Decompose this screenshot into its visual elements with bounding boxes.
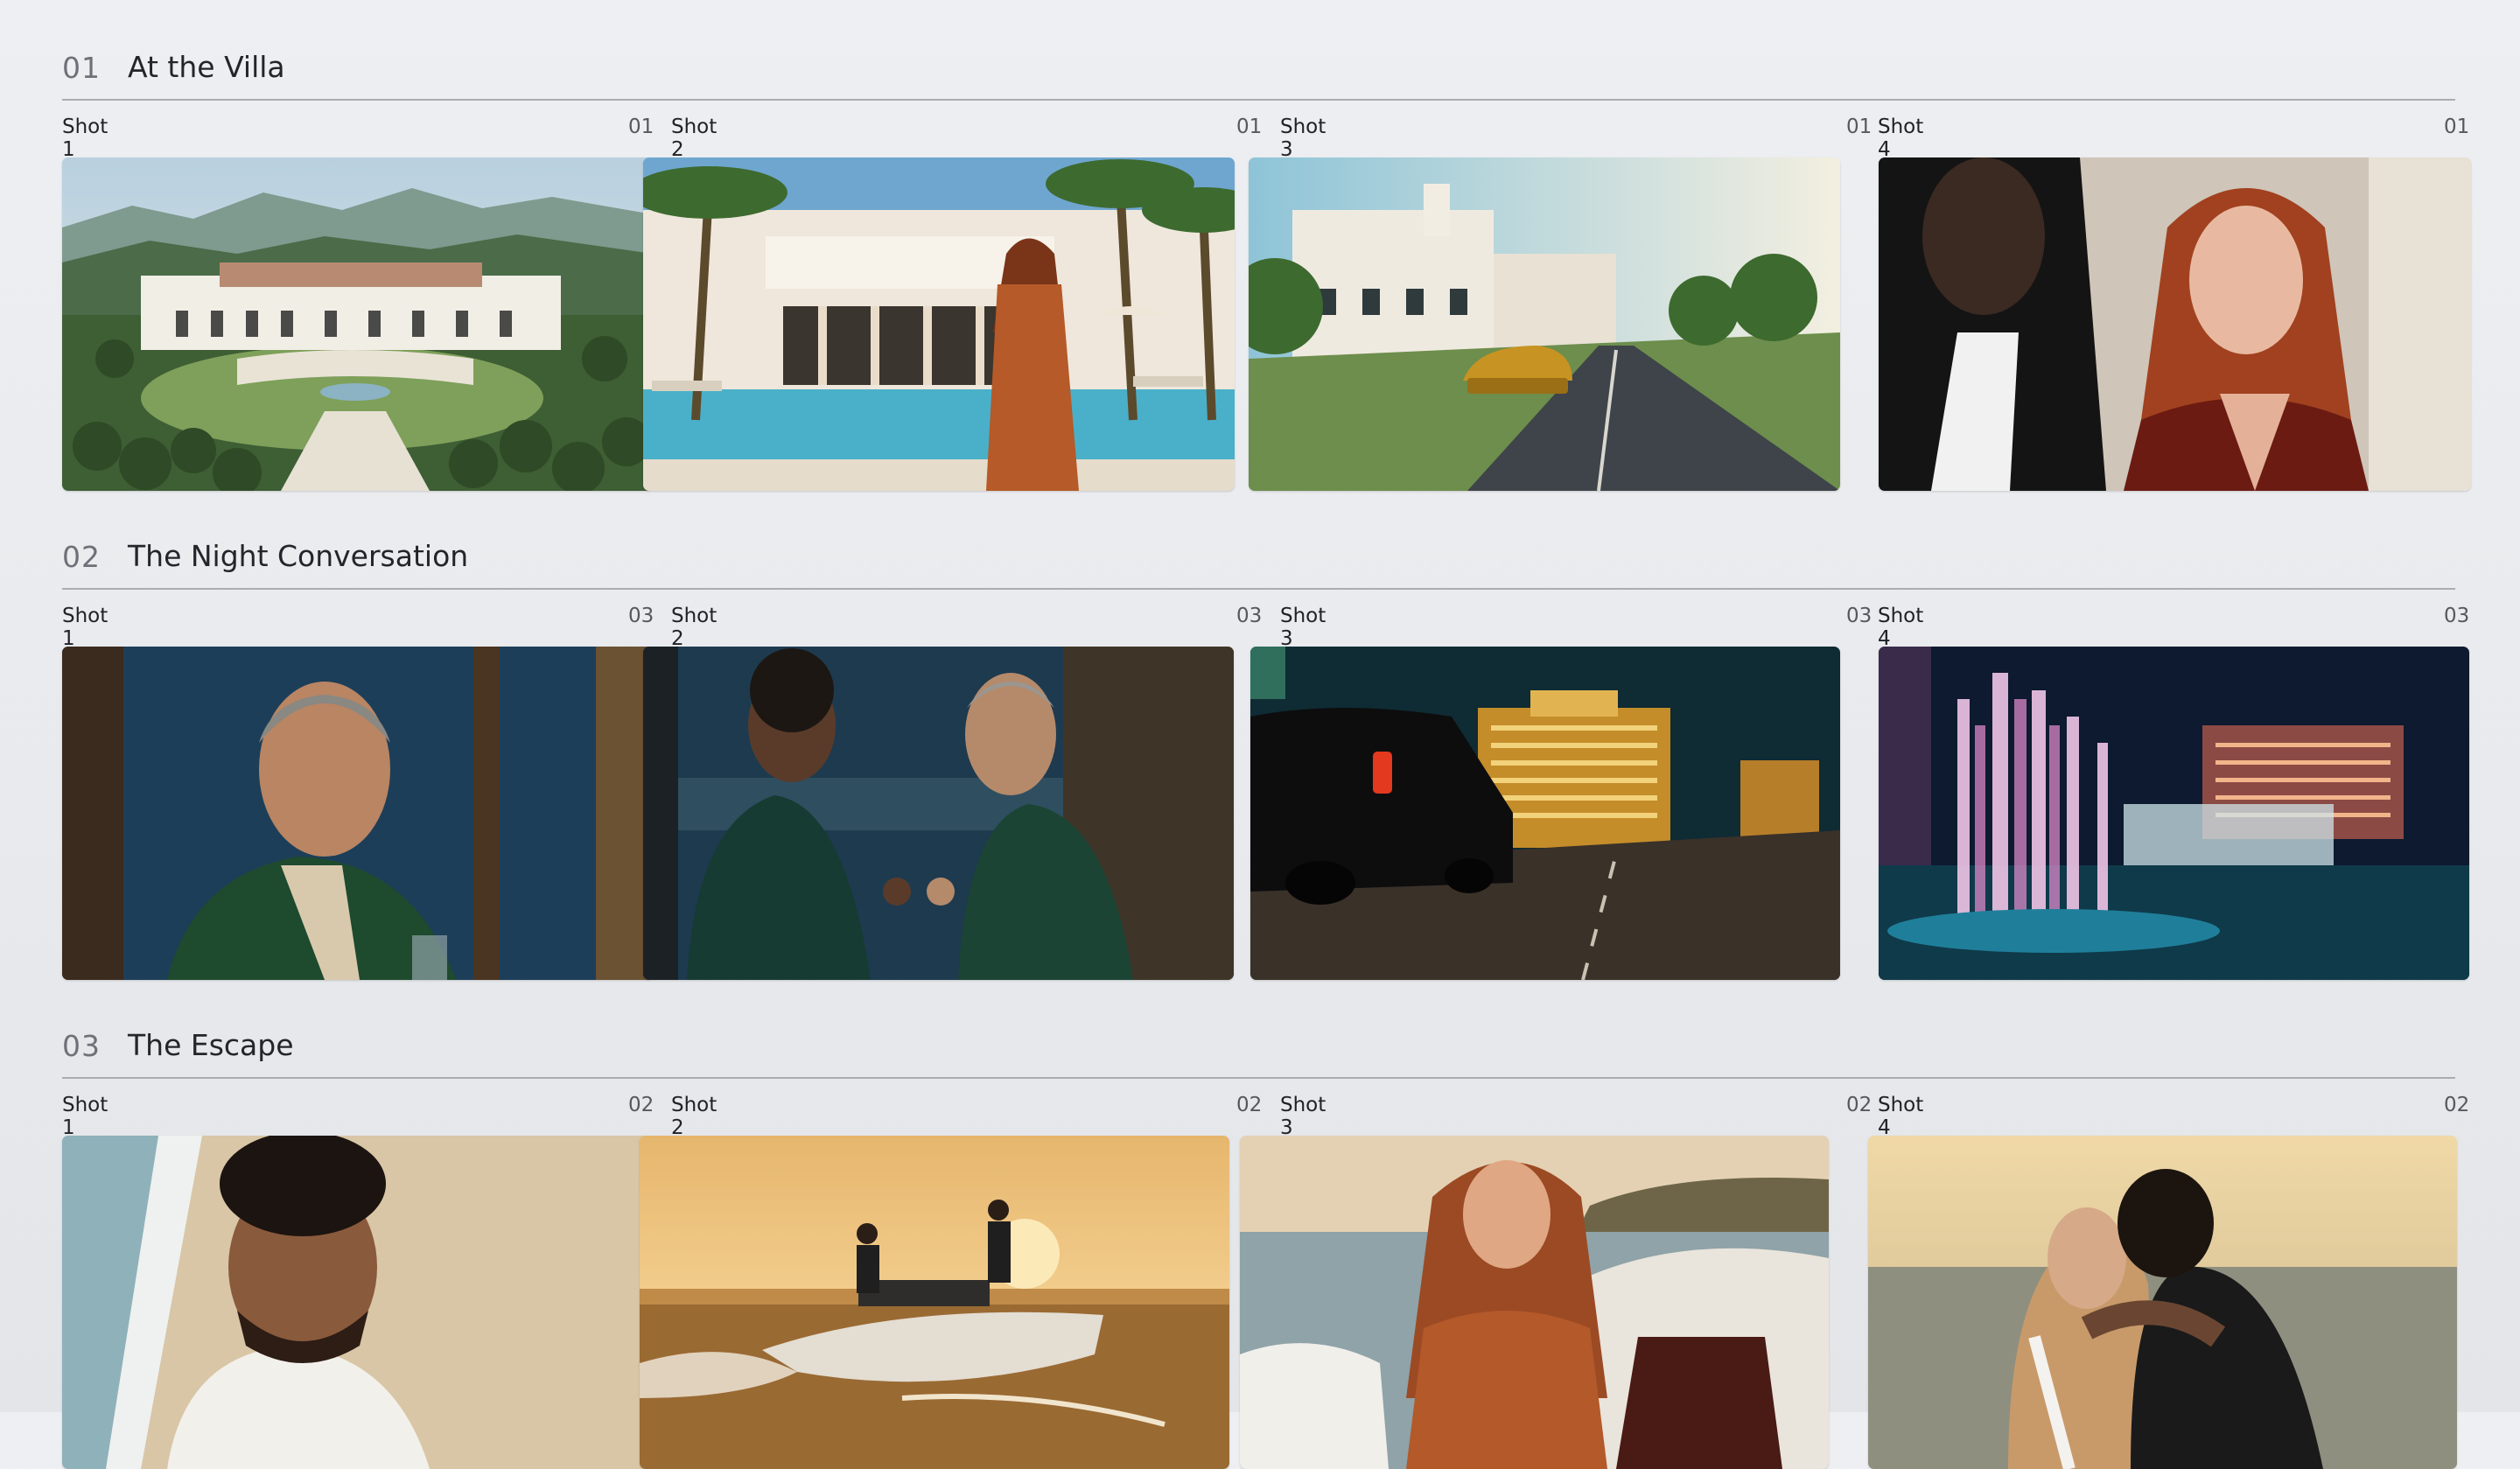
shot-thumbnail-villa-aerial[interactable] <box>62 157 653 491</box>
shot-take-number: 02 <box>1236 1094 1263 1116</box>
shot-label: Shot 3 <box>1280 115 1326 161</box>
scene-section: 01 At the Villa Shot 1 01 Shot 2 01 Shot… <box>62 48 2471 491</box>
shot-take-number: 02 <box>628 1094 654 1116</box>
scene-section: 03 The Escape Shot 1 02 Shot 2 02 Shot 3… <box>62 1026 2470 1469</box>
shot-take-number: 01 <box>628 115 654 138</box>
shot-take-number: 01 <box>1846 115 1872 138</box>
shot-take-number: 01 <box>2444 115 2470 138</box>
shot-label: Shot 4 <box>1878 605 1924 650</box>
shot-take-number: 02 <box>1846 1094 1872 1116</box>
shot-label: Shot 1 <box>62 605 108 650</box>
scene-number: 01 <box>62 51 101 85</box>
shot-label: Shot 4 <box>1878 115 1924 161</box>
shot-label: Shot 3 <box>1280 1094 1326 1139</box>
shot-thumbnail-escape-boat-woman[interactable] <box>1240 1136 1829 1469</box>
shot-take-number: 03 <box>1236 605 1263 627</box>
scene-title[interactable]: At the Villa <box>128 50 285 84</box>
shot-thumbnail-villa-closeup[interactable] <box>1879 157 2471 491</box>
shot-label: Shot 2 <box>671 605 718 650</box>
shot-take-number: 02 <box>2444 1094 2470 1116</box>
shot-label: Shot 4 <box>1878 1094 1924 1139</box>
shot-take-number: 03 <box>2444 605 2470 627</box>
shot-thumbnail-villa-pool[interactable] <box>643 157 1235 491</box>
scene-header: 02 The Night Conversation <box>62 537 2455 590</box>
shot-label: Shot 2 <box>671 115 718 161</box>
shot-label: Shot 1 <box>62 1094 108 1139</box>
shot-label: Shot 3 <box>1280 605 1326 650</box>
scene-number: 03 <box>62 1029 101 1063</box>
shot-thumbnail-escape-couple[interactable] <box>1868 1136 2457 1469</box>
scene-header: 03 The Escape <box>62 1026 2455 1079</box>
shot-thumbnail-escape-beach[interactable] <box>62 1136 651 1469</box>
shot-thumbnail-night-strip[interactable] <box>1250 647 1840 980</box>
shot-thumbnail-night-conversation[interactable] <box>643 647 1234 980</box>
scene-section: 02 The Night Conversation Shot 1 03 Shot… <box>62 537 2470 980</box>
scene-number: 02 <box>62 540 101 574</box>
scene-title[interactable]: The Escape <box>128 1028 294 1062</box>
shot-thumbnail-villa-car[interactable] <box>1249 157 1840 491</box>
shot-thumbnail-night-man[interactable] <box>62 647 653 980</box>
shot-take-number: 01 <box>1236 115 1263 138</box>
shot-take-number: 03 <box>1846 605 1872 627</box>
scene-title[interactable]: The Night Conversation <box>128 539 468 573</box>
shot-take-number: 03 <box>628 605 654 627</box>
scene-header: 01 At the Villa <box>62 48 2455 101</box>
shot-label: Shot 2 <box>671 1094 718 1139</box>
shot-thumbnail-escape-speedboat[interactable] <box>640 1136 1229 1469</box>
shot-thumbnail-night-fountain[interactable] <box>1879 647 2469 980</box>
shot-label: Shot 1 <box>62 115 108 161</box>
